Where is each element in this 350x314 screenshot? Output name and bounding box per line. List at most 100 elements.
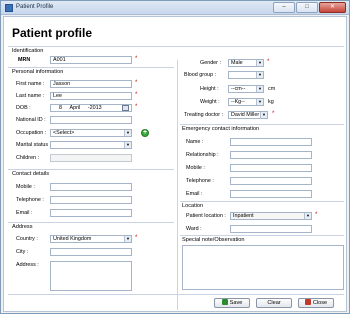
calendar-icon[interactable] xyxy=(122,105,129,111)
dob-year[interactable]: 2013 xyxy=(90,105,102,111)
contact-mobile-field[interactable] xyxy=(50,183,132,191)
patient-profile-window: Patient Profile – □ ✕ Patient profile Id… xyxy=(0,0,350,314)
close-window-button[interactable]: ✕ xyxy=(319,2,346,13)
occupation-select[interactable]: <Select> ▼ xyxy=(50,129,132,137)
chevron-down-icon: ▼ xyxy=(256,99,263,105)
ward-label: Ward : xyxy=(186,226,202,232)
identification-section-label: Identification xyxy=(12,48,44,54)
city-field[interactable] xyxy=(50,248,132,256)
mrn-field[interactable]: A001 xyxy=(50,56,132,64)
chevron-down-icon: ▼ xyxy=(256,60,263,66)
save-button[interactable]: Save xyxy=(214,298,250,308)
treating-doctor-select[interactable]: David Miller ▼ xyxy=(228,111,268,119)
address-textarea[interactable] xyxy=(50,261,132,291)
weight-label: Weight : xyxy=(200,99,220,105)
contact-telephone-label: Telephone : xyxy=(16,197,44,203)
window-title: Patient Profile xyxy=(16,4,54,10)
weight-select[interactable]: --Kg-- ▼ xyxy=(228,98,264,106)
dob-label: DOB : xyxy=(16,105,31,111)
maximize-button[interactable]: □ xyxy=(296,2,318,13)
required-marker: * xyxy=(135,235,138,241)
national-id-label: National ID : xyxy=(16,117,46,123)
country-select[interactable]: United Kingdom ▼ xyxy=(50,235,132,243)
required-marker: * xyxy=(135,56,138,62)
last-name-label: Last name : xyxy=(16,93,45,99)
emergency-email-field[interactable] xyxy=(230,190,312,198)
ward-field[interactable] xyxy=(230,225,312,233)
height-unit: cm xyxy=(268,86,276,92)
chevron-down-icon: ▼ xyxy=(260,112,267,118)
personal-divider xyxy=(8,67,174,68)
chevron-down-icon: ▼ xyxy=(256,72,263,78)
patient-location-select[interactable]: Inpatient ▼ xyxy=(230,212,312,220)
height-label: Height : xyxy=(200,86,219,92)
height-select[interactable]: --cm-- ▼ xyxy=(228,85,264,93)
weight-unit: kg xyxy=(268,99,274,105)
treating-doctor-value: David Miller xyxy=(231,112,260,118)
title-bar[interactable]: Patient Profile – □ ✕ xyxy=(1,1,349,15)
page-title: Patient profile xyxy=(12,26,93,40)
children-field[interactable] xyxy=(50,154,132,162)
contact-divider xyxy=(8,169,174,170)
column-divider xyxy=(177,60,178,310)
marital-status-select[interactable]: ▼ xyxy=(50,141,132,149)
last-name-field[interactable]: Lee xyxy=(50,92,132,100)
minimize-button[interactable]: – xyxy=(273,2,295,13)
close-icon xyxy=(304,299,311,305)
form-area: Patient profile Identification MRN A001 … xyxy=(3,16,347,312)
location-divider xyxy=(180,201,344,202)
title-divider xyxy=(8,46,344,47)
chevron-down-icon: ▼ xyxy=(304,213,311,219)
add-occupation-button[interactable]: + xyxy=(141,129,149,137)
clear-button[interactable]: Clear xyxy=(256,298,292,308)
chevron-down-icon: ▼ xyxy=(124,130,131,136)
emergency-divider xyxy=(180,124,344,125)
notes-divider xyxy=(180,235,344,236)
emergency-name-field[interactable] xyxy=(230,138,312,146)
country-value: United Kingdom xyxy=(53,236,92,242)
personal-section-label: Personal information xyxy=(12,69,64,75)
emergency-mobile-label: Mobile : xyxy=(186,165,205,171)
save-icon xyxy=(221,299,228,305)
emergency-name-label: Name : xyxy=(186,139,204,145)
dob-date-picker[interactable]: 8 April -2013 xyxy=(50,104,132,112)
app-icon xyxy=(5,4,13,12)
required-marker: * xyxy=(267,59,270,65)
chevron-down-icon: ▼ xyxy=(256,86,263,92)
relationship-field[interactable] xyxy=(230,151,312,159)
notes-textarea[interactable] xyxy=(182,245,344,290)
first-name-field[interactable]: Jasson xyxy=(50,80,132,88)
city-label: City : xyxy=(16,249,29,255)
country-label: Country : xyxy=(16,236,38,242)
emergency-section-label: Emergency contact information xyxy=(182,126,260,132)
dob-month[interactable]: April xyxy=(70,105,81,111)
button-divider xyxy=(8,294,344,295)
contact-email-label: Email : xyxy=(16,210,33,216)
national-id-field[interactable] xyxy=(50,116,132,124)
required-marker: * xyxy=(135,104,138,110)
patient-location-label: Patient location : xyxy=(186,213,226,219)
blood-group-select[interactable]: ▼ xyxy=(228,71,264,79)
height-value: --cm-- xyxy=(231,86,246,92)
contact-section-label: Contact details xyxy=(12,171,50,177)
notes-section-label: Special note/Observation xyxy=(182,237,245,243)
chevron-down-icon: ▼ xyxy=(124,236,131,242)
contact-telephone-field[interactable] xyxy=(50,196,132,204)
gender-select[interactable]: Male ▼ xyxy=(228,59,264,67)
gender-value: Male xyxy=(231,60,243,66)
emergency-email-label: Email : xyxy=(186,191,203,197)
required-marker: * xyxy=(135,92,138,98)
mrn-label: MRN xyxy=(18,57,31,63)
treating-doctor-label: Treating doctor : xyxy=(184,112,224,118)
save-button-label: Save xyxy=(229,300,243,306)
close-button[interactable]: Close xyxy=(298,298,334,308)
required-marker: * xyxy=(135,80,138,86)
required-marker: * xyxy=(315,212,318,218)
address-label: Address : xyxy=(16,262,39,268)
dob-day[interactable]: 8 xyxy=(59,105,62,111)
emergency-telephone-field[interactable] xyxy=(230,177,312,185)
contact-email-field[interactable] xyxy=(50,209,132,217)
occupation-label: Occupation : xyxy=(16,130,47,136)
location-section-label: Location xyxy=(182,203,204,209)
emergency-mobile-field[interactable] xyxy=(230,164,312,172)
